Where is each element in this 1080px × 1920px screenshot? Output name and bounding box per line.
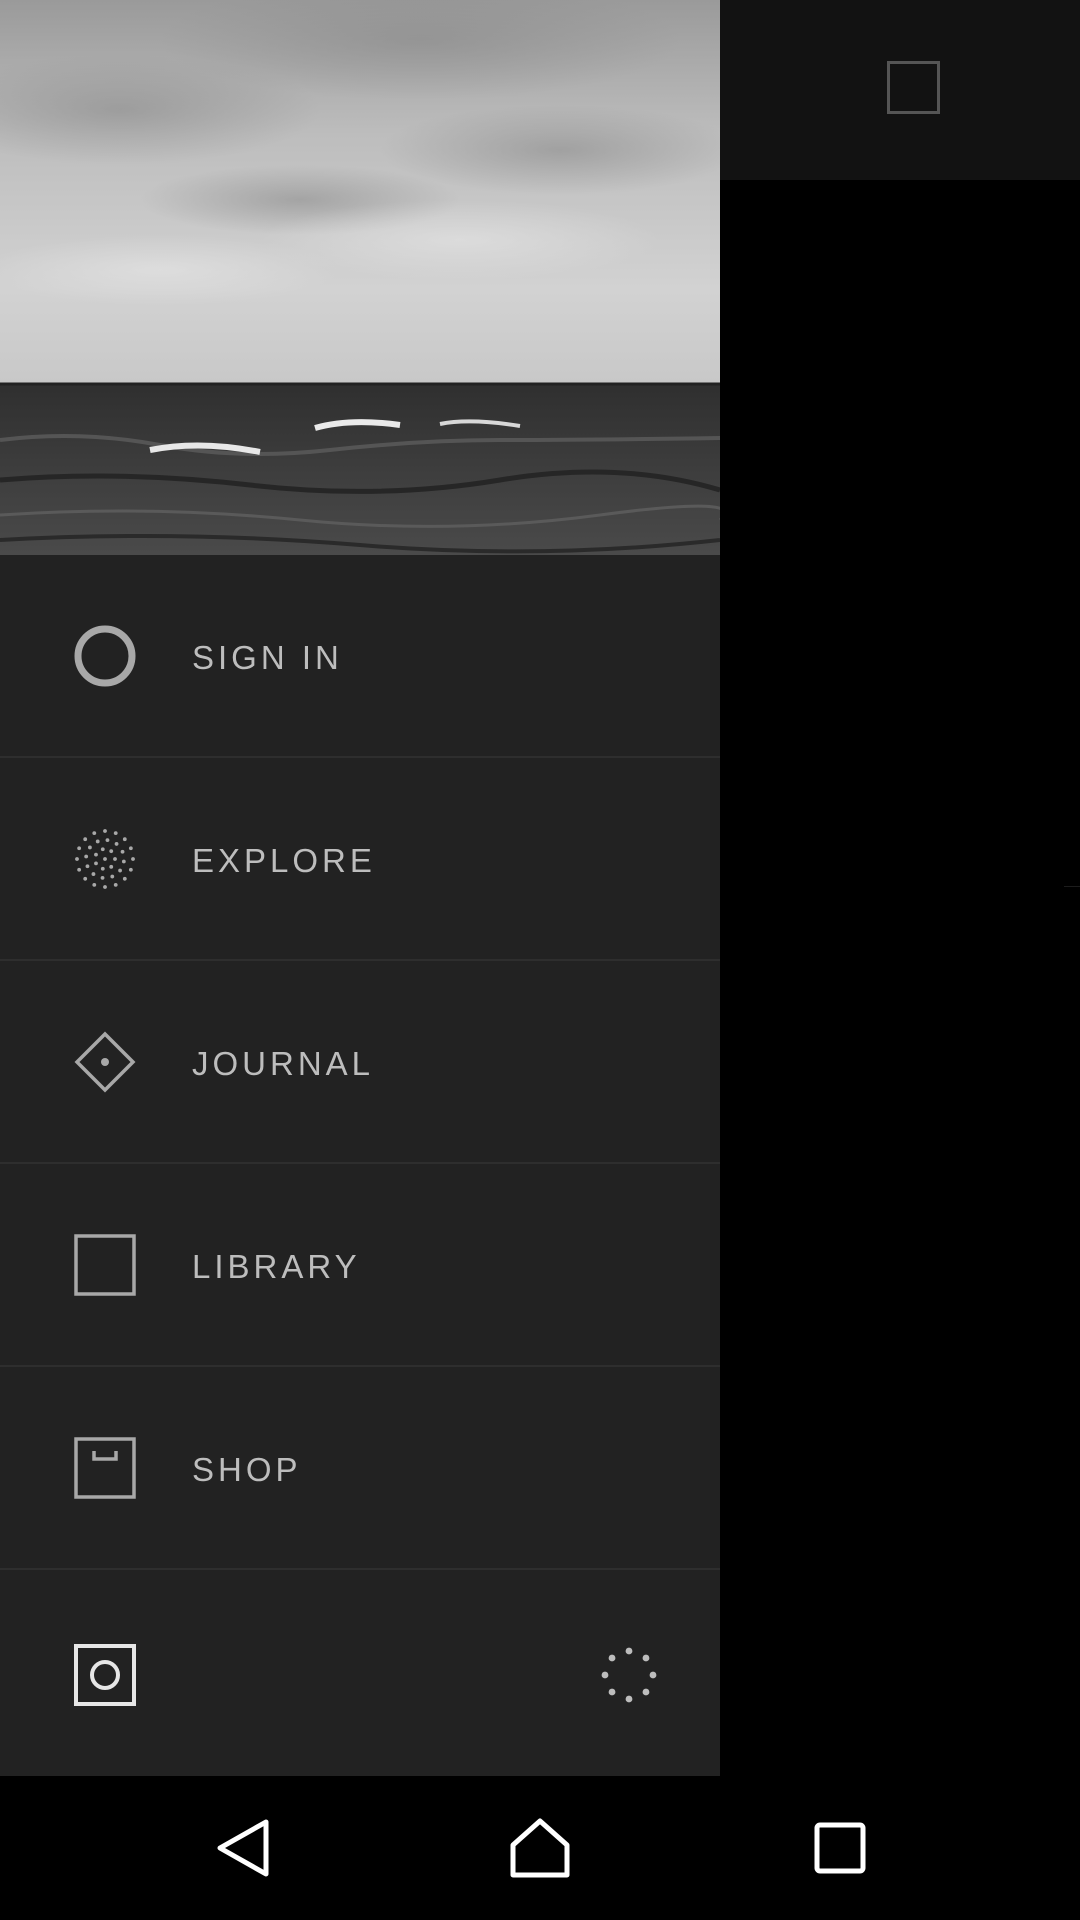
menu-item-label: SIGN IN: [192, 639, 343, 676]
home-icon[interactable]: [460, 1776, 620, 1920]
menu-item-shop[interactable]: SHOP: [0, 1367, 720, 1570]
drawer-footer: [0, 1574, 720, 1776]
shop-box-icon: [74, 1437, 136, 1499]
divider: [1064, 886, 1080, 887]
menu-item-library[interactable]: LIBRARY: [0, 1164, 720, 1367]
square-icon[interactable]: [887, 61, 940, 114]
loading-dots-icon: [598, 1644, 660, 1706]
system-navigation-bar: [0, 1776, 1080, 1920]
diamond-icon: [74, 1031, 136, 1093]
menu-item-explore[interactable]: EXPLORE: [0, 758, 720, 961]
dotted-circle-icon: [74, 828, 136, 890]
menu-item-journal[interactable]: JOURNAL: [0, 961, 720, 1164]
menu-item-sign-in[interactable]: SIGN IN: [0, 555, 720, 758]
menu-item-label: LIBRARY: [192, 1248, 361, 1285]
menu-item-label: SHOP: [192, 1451, 302, 1488]
camera-icon[interactable]: [74, 1644, 136, 1706]
menu-item-label: JOURNAL: [192, 1045, 375, 1082]
recents-icon[interactable]: [760, 1776, 920, 1920]
navigation-drawer: SIGN IN EXPLORE JOURNAL LIBRARY SHOP: [0, 0, 720, 1776]
menu-item-label: EXPLORE: [192, 842, 376, 879]
back-icon[interactable]: [162, 1776, 322, 1920]
square-icon: [74, 1234, 136, 1296]
header-photo: [0, 0, 720, 555]
circle-icon: [74, 625, 136, 687]
